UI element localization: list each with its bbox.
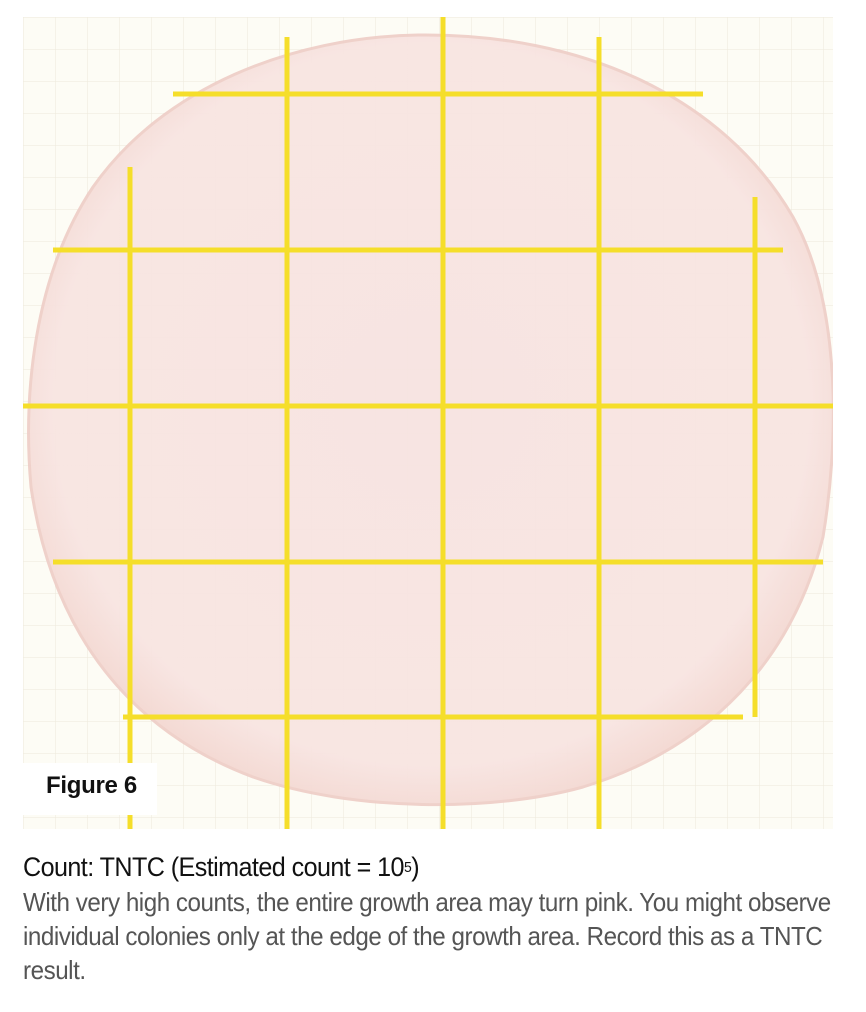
caption-title-exponent: 5 — [403, 859, 412, 876]
figure-label: Figure 6 — [23, 763, 157, 815]
yellow-counting-grid — [23, 17, 833, 829]
figure-caption: Count: TNTC (Estimated count = 105) With… — [23, 849, 843, 987]
caption-title: Count: TNTC (Estimated count = 105) — [23, 849, 786, 885]
caption-body: With very high counts, the entire growth… — [23, 887, 831, 985]
caption-title-end: ) — [411, 852, 420, 882]
petrifilm-plate-photo — [23, 17, 833, 829]
caption-title-text: Count: TNTC (Estimated count = 10 — [23, 852, 405, 882]
